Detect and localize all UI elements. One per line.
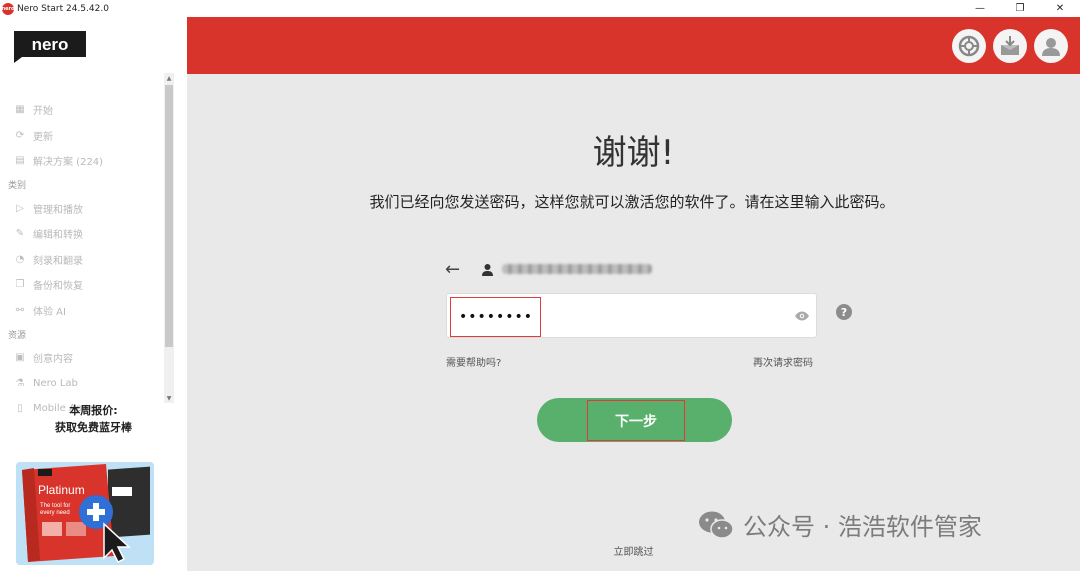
sidebar-item-label: 刻录和翻录 [33, 255, 83, 267]
thanks-heading: 谢谢! [592, 133, 675, 173]
scroll-up-arrow-icon[interactable]: ▲ [164, 73, 174, 83]
close-button[interactable]: ✕ [1040, 0, 1080, 17]
next-button[interactable]: 下一步 [537, 398, 732, 442]
sidebar-item-creative[interactable]: ▣ 创意内容 [0, 345, 162, 371]
sidebar-item-nero-lab[interactable]: ⚗ Nero Lab [0, 371, 162, 397]
sidebar-item-start[interactable]: ▦ 开始 [0, 97, 162, 123]
sidebar-item-label: 创意内容 [33, 354, 73, 366]
grid-icon: ▦ [15, 104, 25, 116]
nero-logo[interactable]: nero [14, 31, 86, 63]
window-controls: — ❐ ✕ [960, 0, 1080, 17]
sidebar-scrollbar[interactable]: ▲ ▼ [164, 73, 174, 403]
sidebar-item-label: 体验 AI [33, 306, 66, 318]
svg-text:nero: nero [32, 35, 69, 54]
resend-password-link[interactable]: 再次请求密码 [753, 354, 813, 369]
refresh-icon: ⟳ [15, 129, 25, 141]
sidebar-item-label: Nero Lab [33, 377, 78, 389]
scrollbar-thumb[interactable] [165, 85, 173, 347]
sidebar-item-label: 备份和恢复 [33, 281, 83, 293]
skip-link[interactable]: 立即跳过 [187, 543, 1080, 558]
backup-icon: ❐ [15, 279, 25, 291]
password-field-container [446, 293, 817, 338]
svg-text:every need: every need [40, 510, 70, 516]
sidebar-item-label: 解决方案 (224) [33, 157, 104, 169]
window-title: Nero Start 24.5.42.0 [17, 3, 109, 14]
sidebar-item-edit-convert[interactable]: ✎ 编辑和转换 [0, 221, 162, 247]
box-title: Platinum [38, 483, 85, 497]
user-account-icon[interactable] [1034, 29, 1068, 63]
sidebar-item-solutions[interactable]: ▤ 解决方案 (224) [0, 148, 162, 174]
solutions-icon: ▤ [15, 155, 25, 167]
ai-icon: ⚯ [15, 304, 25, 316]
sidebar-item-label: 开始 [33, 106, 53, 118]
nero-platinum-box-image[interactable]: Platinum The tool for every need [16, 462, 154, 565]
password-input[interactable] [450, 297, 541, 337]
back-arrow-icon[interactable]: ← [445, 259, 469, 280]
restore-button[interactable]: ❐ [1000, 0, 1040, 17]
burn-icon: ◔ [15, 253, 25, 265]
watermark-text: 公众号 · 浩浩软件管家 [743, 513, 982, 541]
main-panel: 谢谢! 我们已经向您发送密码，这样您就可以激活您的软件了。请在这里输入此密码。 … [187, 17, 1080, 571]
promo-banner[interactable]: 本周报价: 获取免费蓝牙棒 Platinum The tool for ever… [0, 402, 187, 571]
minimize-button[interactable]: — [960, 0, 1000, 17]
blurred-email [502, 264, 652, 274]
wechat-icon [699, 511, 734, 539]
creative-icon: ▣ [15, 352, 25, 364]
next-button-label: 下一步 [587, 400, 685, 441]
sidebar-item-burn-rip[interactable]: ◔ 刻录和翻录 [0, 247, 162, 273]
sidebar-item-ai[interactable]: ⚯ 体验 AI [0, 298, 162, 324]
sidebar-item-manage-play[interactable]: ▷ 管理和播放 [0, 196, 162, 222]
svg-text:The tool for: The tool for [40, 503, 70, 509]
sidebar-item-backup-restore[interactable]: ❐ 备份和恢复 [0, 272, 162, 298]
wechat-watermark: 公众号 · 浩浩软件管家 [697, 507, 982, 542]
account-row: ← [445, 259, 652, 280]
header-bar [187, 17, 1080, 74]
support-lifebuoy-icon[interactable] [952, 29, 986, 63]
sidebar: nero ▦ 开始 ⟳ 更新 ▤ 解决方案 (224) 类别 ▷ 管理和播放 ✎… [0, 17, 187, 571]
help-question-icon[interactable]: ? [836, 304, 852, 320]
section-resources: 资源 [8, 330, 27, 341]
sidebar-item-label: 编辑和转换 [33, 230, 83, 242]
sidebar-item-label: 管理和播放 [33, 204, 83, 216]
edit-icon: ✎ [15, 228, 25, 240]
play-icon: ▷ [16, 202, 24, 214]
lab-icon: ⚗ [15, 377, 25, 389]
sidebar-item-update[interactable]: ⟳ 更新 [0, 123, 162, 149]
sidebar-item-label: 更新 [33, 131, 53, 143]
nero-app-icon: nero [2, 2, 14, 15]
sidebar-nav: ▦ 开始 ⟳ 更新 ▤ 解决方案 (224) 类别 ▷ 管理和播放 ✎ 编辑和转… [0, 97, 162, 417]
show-password-eye-icon[interactable] [794, 307, 810, 325]
section-categories: 类别 [8, 181, 27, 191]
title-bar: nero Nero Start 24.5.42.0 — ❐ ✕ [0, 0, 1080, 17]
promo-title-line1: 本周报价: [69, 404, 118, 417]
user-icon [482, 263, 493, 276]
download-mail-icon[interactable] [993, 29, 1027, 63]
promo-title-line2: 获取免费蓝牙棒 [55, 421, 132, 434]
instruction-message: 我们已经向您发送密码，这样您就可以激活您的软件了。请在这里输入此密码。 [369, 193, 895, 211]
need-help-link[interactable]: 需要帮助吗? [446, 354, 501, 369]
